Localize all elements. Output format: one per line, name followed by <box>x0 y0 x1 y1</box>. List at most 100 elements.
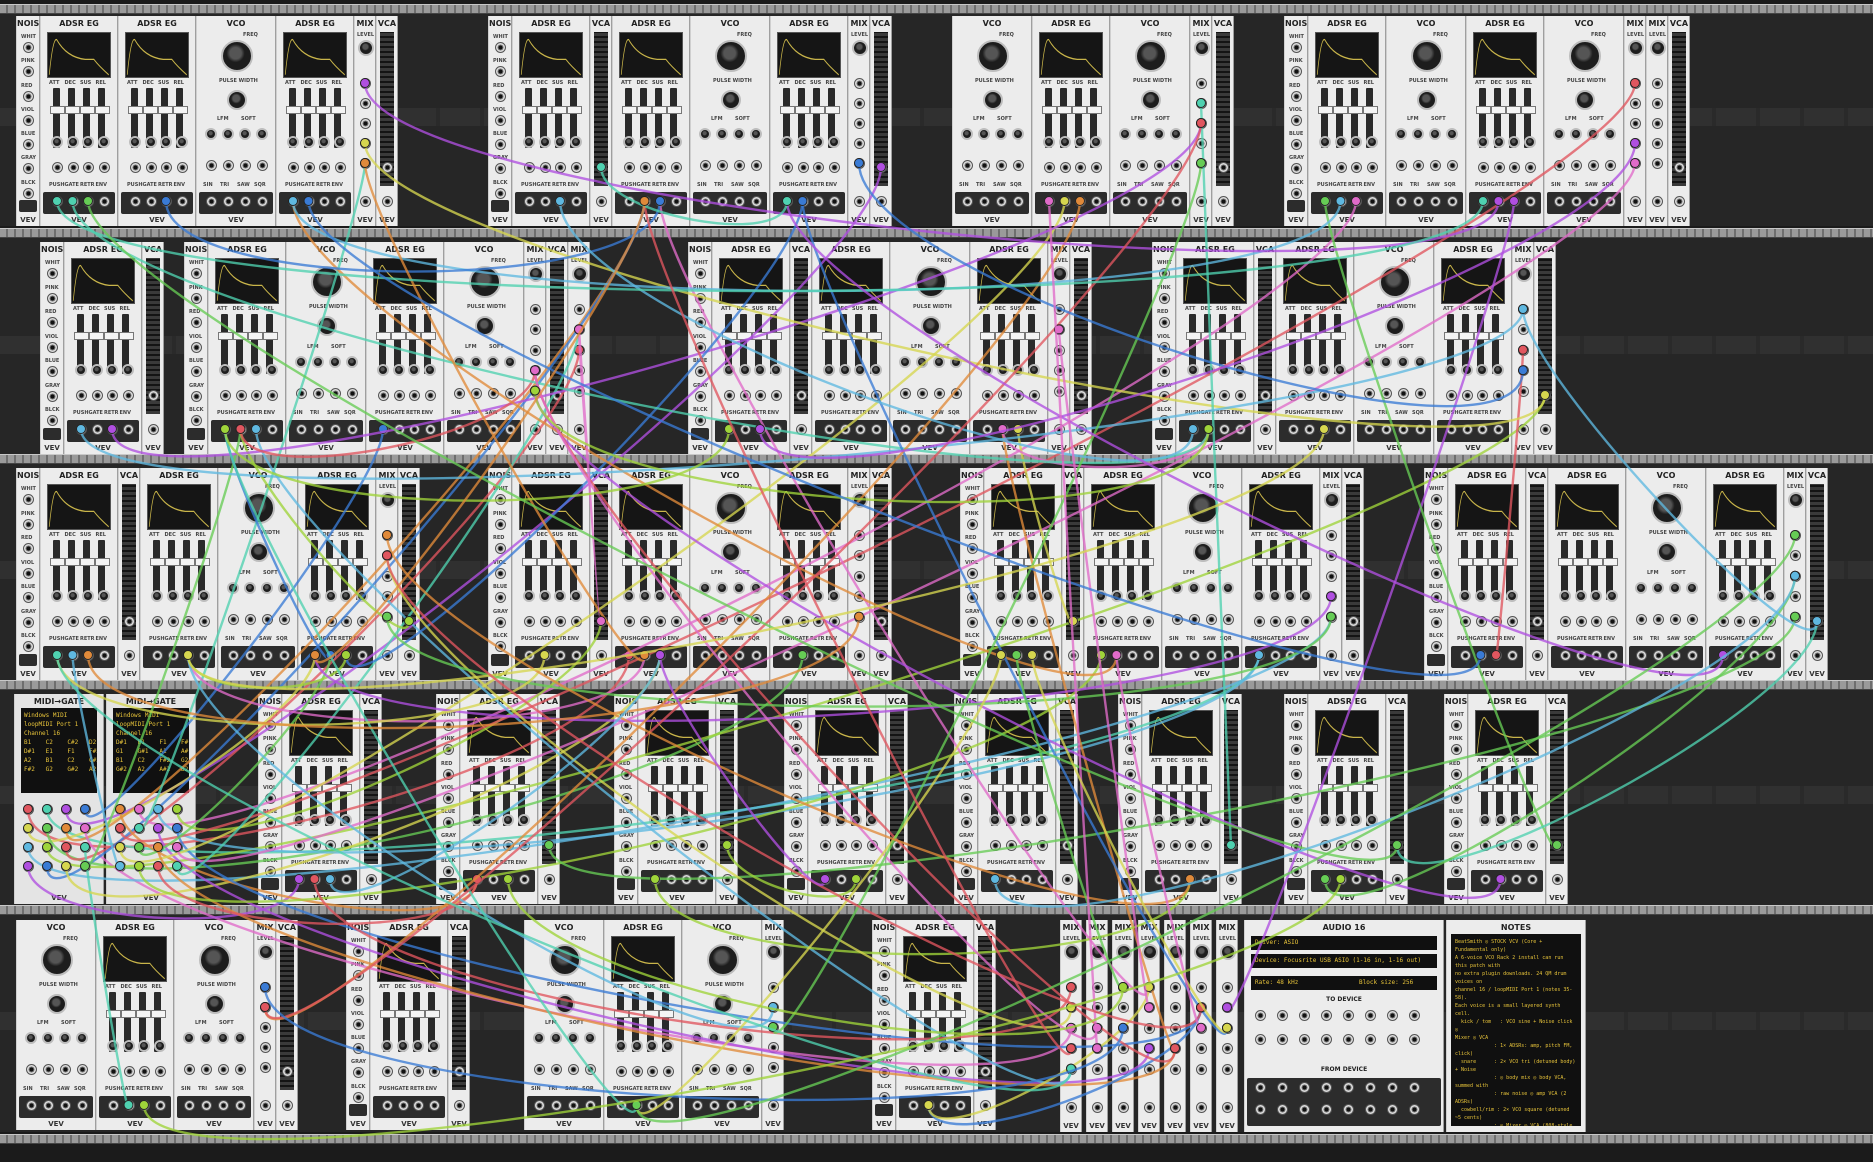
mix-input[interactable] <box>1170 982 1181 993</box>
noise-pink-output[interactable] <box>1291 744 1302 756</box>
retr-jack[interactable] <box>1591 650 1602 661</box>
env-jack[interactable] <box>1036 874 1048 885</box>
noise-gray-output[interactable] <box>353 1067 364 1079</box>
att-cv-input[interactable] <box>524 616 535 627</box>
mod-knob[interactable] <box>1570 128 1582 140</box>
att-knob[interactable] <box>129 136 141 148</box>
mix-input[interactable] <box>1222 1002 1233 1014</box>
env-jack[interactable] <box>154 1100 166 1111</box>
noise-whit-output[interactable] <box>265 720 276 731</box>
noise-viol-output[interactable] <box>495 567 506 579</box>
vco-sin-output[interactable] <box>184 1100 195 1111</box>
noise-red-output[interactable] <box>967 543 978 555</box>
push-jack[interactable] <box>908 1100 919 1111</box>
noise-blck-output[interactable] <box>23 641 34 653</box>
dec-cv-input[interactable] <box>1203 390 1215 401</box>
mix-input[interactable] <box>1092 1002 1103 1014</box>
to-device-input[interactable] <box>1299 1034 1310 1045</box>
mix-input[interactable] <box>260 1042 271 1053</box>
push-jack[interactable] <box>294 874 305 885</box>
att-knob[interactable] <box>1477 136 1489 148</box>
gate-jack[interactable] <box>1059 196 1071 207</box>
vca-output[interactable] <box>1062 874 1073 885</box>
att-knob[interactable] <box>823 364 835 376</box>
vco-saw-output[interactable] <box>996 196 1007 207</box>
rel-cv-input[interactable] <box>828 162 840 173</box>
rel-knob[interactable] <box>1233 364 1246 376</box>
gate-output[interactable] <box>23 823 34 834</box>
retr-jack[interactable] <box>1075 196 1086 207</box>
gate-jack[interactable] <box>1203 424 1215 435</box>
noise-blue-output[interactable] <box>791 817 802 829</box>
mix-input[interactable] <box>1092 982 1103 993</box>
to-device-input[interactable] <box>1255 1010 1266 1021</box>
mix-input[interactable] <box>768 1002 779 1013</box>
att-cv-input[interactable] <box>1480 840 1491 851</box>
dec-knob[interactable] <box>1494 814 1507 826</box>
level-knob[interactable] <box>1052 266 1068 282</box>
mod-knob[interactable] <box>222 128 234 140</box>
freq-knob[interactable] <box>915 266 947 298</box>
mix-input[interactable] <box>1326 591 1337 603</box>
cv-input[interactable] <box>692 1064 703 1075</box>
mix-input[interactable] <box>768 1062 779 1073</box>
to-device-input[interactable] <box>1321 1034 1332 1045</box>
dec-cv-input[interactable] <box>1493 162 1505 173</box>
noise-red-output[interactable] <box>23 543 34 555</box>
cv-input[interactable] <box>1571 160 1582 171</box>
dec-cv-input[interactable] <box>797 162 809 173</box>
att-cv-input[interactable] <box>1154 840 1165 851</box>
cv-input[interactable] <box>700 614 711 625</box>
vca-output[interactable] <box>596 196 607 207</box>
gate-jack[interactable] <box>123 1100 135 1111</box>
gate-jack[interactable] <box>839 424 851 435</box>
att-cv-input[interactable] <box>310 616 321 627</box>
noise-gray-output[interactable] <box>1291 841 1302 853</box>
noise-gray-output[interactable] <box>879 1067 890 1079</box>
mod-knob[interactable] <box>1397 356 1409 368</box>
att-cv-input[interactable] <box>1188 390 1199 401</box>
noise-gray-output[interactable] <box>23 616 34 628</box>
sus-knob[interactable] <box>850 814 862 826</box>
retr-jack[interactable] <box>251 424 262 435</box>
vca-output[interactable] <box>1348 650 1359 661</box>
att-knob[interactable] <box>1717 590 1729 602</box>
noise-blue-output[interactable] <box>23 592 34 604</box>
noise-gray-output[interactable] <box>621 841 632 853</box>
att-knob[interactable] <box>287 136 299 148</box>
rel-cv-input[interactable] <box>122 390 134 401</box>
mod-knob[interactable] <box>234 1032 246 1044</box>
noise-gray-output[interactable] <box>1431 616 1442 628</box>
cv-input[interactable] <box>1398 388 1409 399</box>
mod-knob[interactable] <box>1686 582 1698 594</box>
freq-knob[interactable] <box>311 266 343 298</box>
dec-knob[interactable] <box>738 364 751 376</box>
env-jack[interactable] <box>1366 874 1378 885</box>
vco-tri-output[interactable] <box>313 424 324 435</box>
sus-knob[interactable] <box>1350 814 1362 826</box>
mix-input[interactable] <box>574 304 585 315</box>
cv-input[interactable] <box>700 160 711 171</box>
rel-knob[interactable] <box>569 590 582 602</box>
gate-output[interactable] <box>42 861 53 872</box>
vco-sin-output[interactable] <box>962 196 973 207</box>
noise-blue-output[interactable] <box>495 592 506 604</box>
dec-knob[interactable] <box>796 136 809 148</box>
noise-whit-output[interactable] <box>23 42 34 53</box>
noise-gray-output[interactable] <box>961 841 972 853</box>
vca-cv-input[interactable] <box>1812 616 1823 627</box>
noise-viol-output[interactable] <box>791 792 802 804</box>
dec-cv-input[interactable] <box>539 616 551 627</box>
att-cv-input[interactable] <box>996 616 1007 627</box>
pulse-width-knob[interactable] <box>1193 542 1213 562</box>
rel-knob[interactable] <box>695 814 708 826</box>
mix-input[interactable] <box>1652 118 1663 129</box>
vco-sqr-output[interactable] <box>347 424 358 435</box>
rel-cv-input[interactable] <box>198 616 210 627</box>
mix-input[interactable] <box>260 982 271 993</box>
rack-canvas[interactable]: NOIS VEV WHIT PINK RED VIOL BLUE GRAY BLCK ADSR E… <box>0 0 1873 1162</box>
mod-knob[interactable] <box>42 1032 54 1044</box>
dec-cv-input[interactable] <box>839 390 851 401</box>
gate-jack[interactable] <box>1269 650 1281 661</box>
gate-jack[interactable] <box>1335 196 1347 207</box>
